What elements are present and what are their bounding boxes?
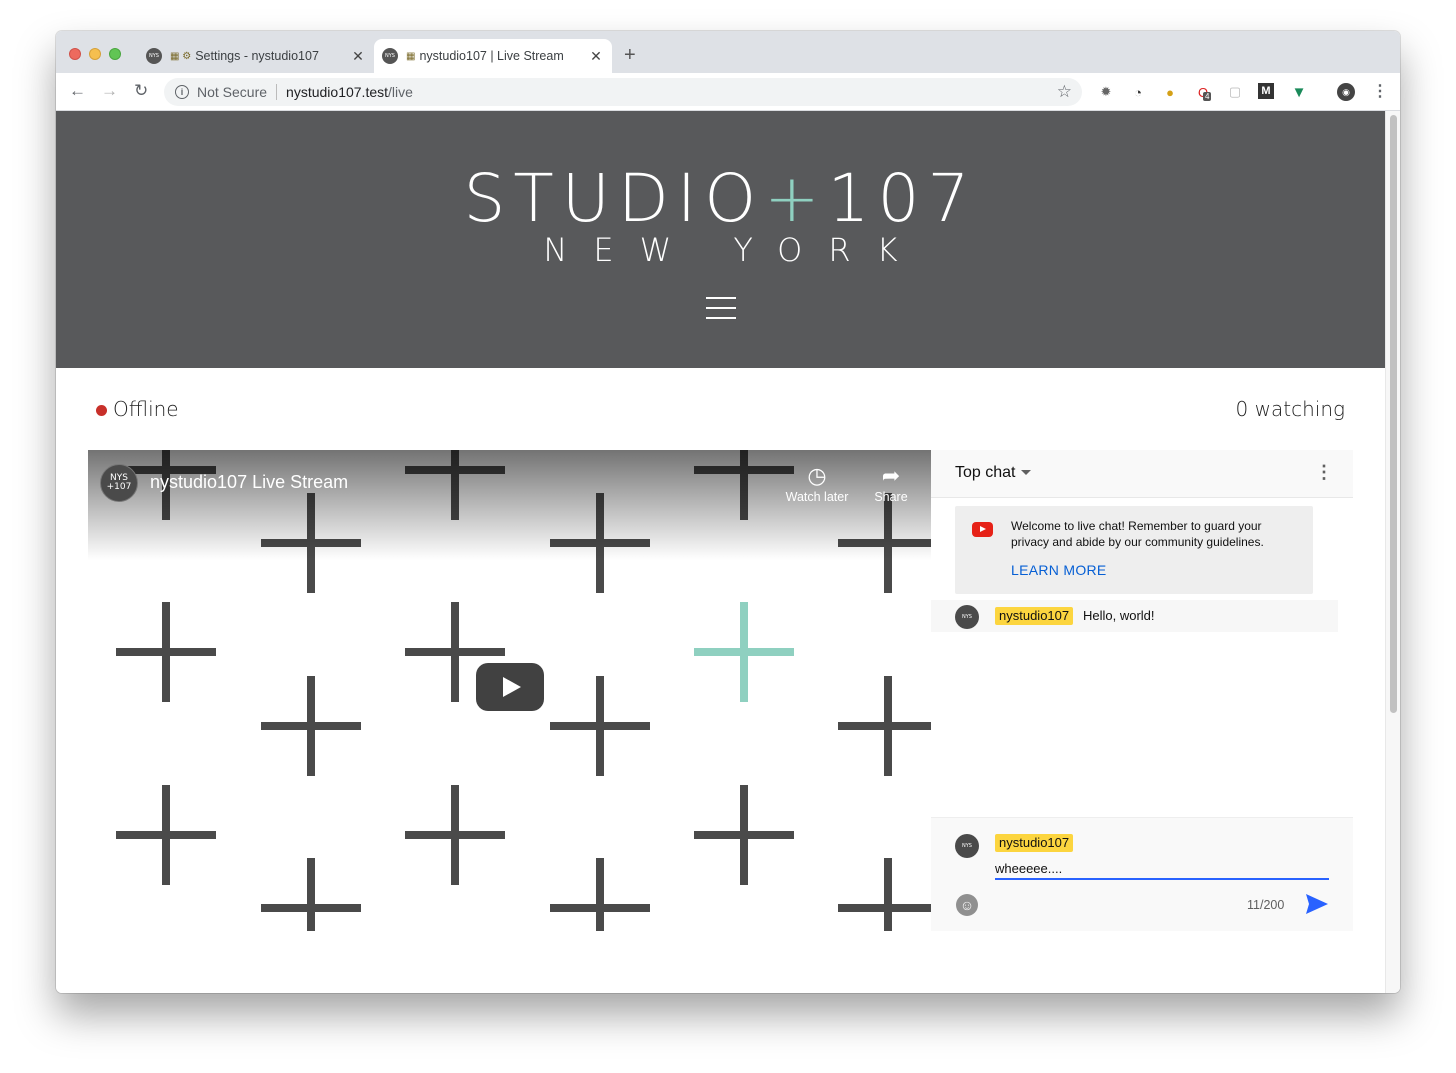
- profile-avatar[interactable]: ◉: [1337, 83, 1355, 101]
- cookie-extension-icon[interactable]: ●: [1161, 83, 1179, 101]
- sync-extension-icon[interactable]: ◔: [1129, 83, 1147, 101]
- youtube-logo-icon: [972, 522, 993, 537]
- page-scrollbar[interactable]: [1385, 111, 1400, 993]
- author-chip: nystudio107: [995, 834, 1074, 852]
- zoom-window-button[interactable]: [109, 48, 121, 60]
- video-player[interactable]: NYS +107 nystudio107 Live Stream ◷ Watch…: [88, 450, 931, 931]
- chevron-down-icon: [1021, 470, 1032, 476]
- new-tab-icon[interactable]: +: [624, 45, 636, 65]
- extension-favicon-icon: ▦: [406, 50, 416, 62]
- logo-number: 107: [827, 160, 978, 237]
- forward-icon[interactable]: →: [101, 81, 118, 101]
- watch-later-button[interactable]: ◷ Watch later: [782, 462, 852, 504]
- close-tab-icon[interactable]: ✕: [586, 48, 606, 65]
- vue-devtools-icon[interactable]: ▼: [1290, 83, 1308, 101]
- inactive-extension-icon[interactable]: ▢: [1226, 83, 1244, 101]
- tab-bar: NYS ▦ ⚙ Settings - nystudio107 ✕ NYS ▦ n…: [56, 31, 1400, 73]
- logo-word: STUDIO: [463, 160, 765, 237]
- close-tab-icon[interactable]: ✕: [348, 48, 368, 65]
- channel-avatar[interactable]: NYS +107: [100, 464, 138, 502]
- video-title[interactable]: nystudio107 Live Stream: [150, 472, 348, 493]
- extension-favicon-icon: ▦ ⚙: [170, 50, 192, 62]
- more-options-icon[interactable]: ⋮: [1315, 462, 1333, 483]
- opera-extension-icon[interactable]: O4: [1194, 83, 1212, 101]
- m-extension-icon[interactable]: M: [1258, 83, 1274, 99]
- site-header: STUDIO+107 NEW YORK: [56, 111, 1385, 368]
- stream-status: Offline: [113, 397, 179, 421]
- browser-toolbar: ← → ↻ i Not Secure nystudio107.test/live…: [56, 73, 1400, 111]
- chat-mode-dropdown[interactable]: Top chat: [955, 464, 1032, 482]
- site-logo[interactable]: STUDIO+107: [56, 163, 1385, 235]
- url-host[interactable]: nystudio107.test: [286, 84, 388, 100]
- url-path[interactable]: /live: [388, 84, 413, 100]
- welcome-text: Welcome to live chat! Remember to guard …: [1011, 519, 1264, 549]
- site-favicon-icon: NYS: [146, 48, 162, 64]
- viewer-count: 0 watching: [1235, 397, 1345, 421]
- chat-mode-label: Top chat: [955, 464, 1016, 481]
- chat-message-input[interactable]: [995, 858, 1329, 880]
- character-count: 11/200: [1247, 898, 1285, 912]
- send-icon[interactable]: [1305, 893, 1329, 915]
- live-chat-panel: Top chat ⋮ Welcome to live chat! Remembe…: [931, 450, 1353, 931]
- clock-icon: ◷: [807, 463, 827, 488]
- avatar: NYS: [955, 834, 979, 858]
- minimize-window-button[interactable]: [89, 48, 101, 60]
- welcome-banner: Welcome to live chat! Remember to guard …: [955, 506, 1313, 594]
- hamburger-menu-icon[interactable]: [706, 297, 736, 319]
- chat-header: Top chat ⋮: [931, 450, 1353, 498]
- info-icon[interactable]: i: [175, 85, 189, 99]
- browser-window: NYS ▦ ⚙ Settings - nystudio107 ✕ NYS ▦ n…: [56, 31, 1400, 993]
- chat-input-panel: NYS nystudio107 ☺ 11/200: [931, 817, 1353, 931]
- stream-status-bar: Offline 0 watching: [56, 397, 1385, 427]
- share-button[interactable]: ➦ Share: [856, 462, 926, 504]
- address-bar[interactable]: i Not Secure nystudio107.test/live ☆: [164, 78, 1082, 106]
- share-label: Share: [874, 490, 908, 504]
- tab-title: nystudio107 | Live Stream: [419, 49, 564, 63]
- share-arrow-icon: ➦: [881, 463, 901, 488]
- divider: [276, 84, 278, 100]
- logo-subtitle: NEW YORK: [543, 231, 924, 269]
- tab-live-stream[interactable]: NYS ▦ nystudio107 | Live Stream ✕: [374, 39, 612, 73]
- play-icon: [503, 677, 521, 697]
- avatar[interactable]: NYS: [955, 605, 979, 629]
- tab-settings[interactable]: NYS ▦ ⚙ Settings - nystudio107 ✕: [138, 39, 374, 73]
- chrome-menu-icon[interactable]: ⋮: [1372, 81, 1388, 101]
- offline-status-dot-icon: [96, 405, 107, 416]
- bookmark-star-icon[interactable]: ☆: [1057, 82, 1072, 102]
- extension-badge: 4: [1203, 92, 1212, 101]
- security-label[interactable]: Not Secure: [197, 84, 267, 100]
- author-chip[interactable]: nystudio107: [995, 607, 1074, 625]
- emoji-icon[interactable]: ☺: [956, 894, 978, 916]
- tab-title: Settings - nystudio107: [195, 49, 319, 63]
- back-icon[interactable]: ←: [69, 81, 86, 101]
- scrollbar-thumb[interactable]: [1390, 115, 1397, 713]
- site-favicon-icon: NYS: [382, 48, 398, 64]
- settings-gear-extension-icon[interactable]: ✹: [1097, 83, 1115, 101]
- reload-icon[interactable]: ↻: [134, 81, 148, 101]
- play-button[interactable]: [476, 663, 544, 711]
- message-text: Hello, world!: [1083, 608, 1155, 623]
- page-viewport: STUDIO+107 NEW YORK Offline 0 watching N…: [56, 111, 1400, 993]
- watch-later-label: Watch later: [785, 490, 849, 504]
- logo-plus: +: [764, 160, 828, 237]
- chat-message: NYS nystudio107 Hello, world!: [931, 600, 1338, 632]
- close-window-button[interactable]: [69, 48, 81, 60]
- learn-more-link[interactable]: LEARN MORE: [1011, 562, 1107, 578]
